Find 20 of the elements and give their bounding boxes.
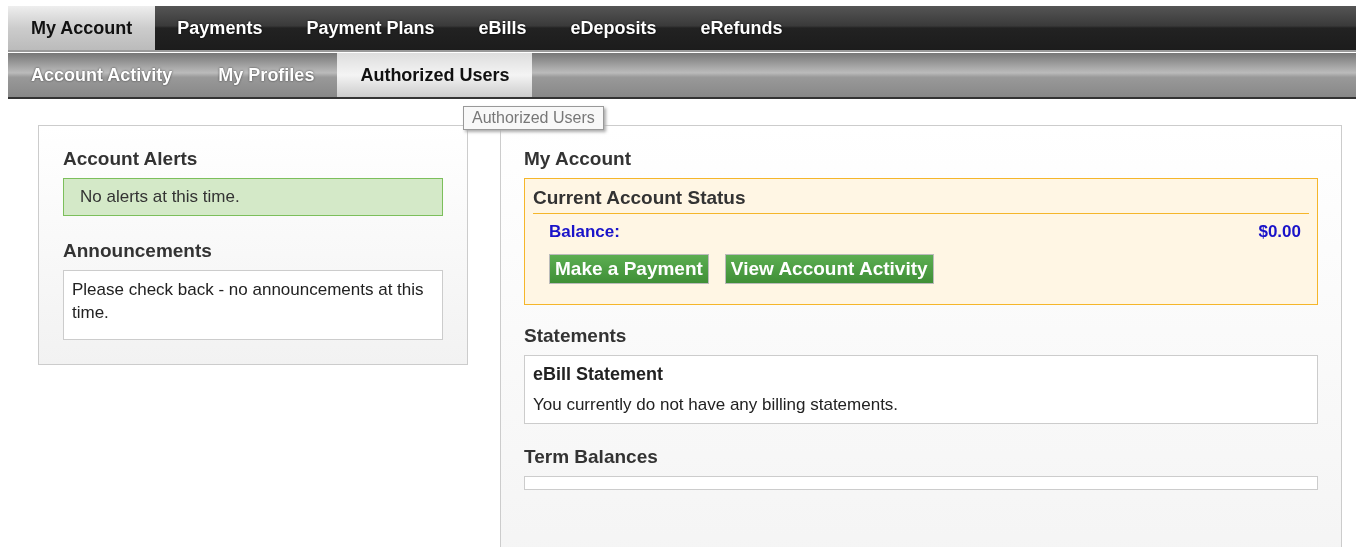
balance-label: Balance:: [549, 222, 620, 242]
nav-tab[interactable]: Payment Plans: [284, 6, 457, 50]
nav-tab[interactable]: eRefunds: [678, 6, 805, 50]
section-title: Statements: [524, 325, 628, 347]
section-title: My Account: [524, 148, 632, 170]
statement-message: You currently do not have any billing statements.: [533, 395, 900, 415]
section-title: Term Balances: [524, 446, 659, 468]
announcement-text: Please check back - no announcements at this time.: [63, 270, 443, 340]
nav-tab[interactable]: eDeposits: [548, 6, 679, 50]
statement-heading: eBill Statement: [533, 364, 665, 385]
nav-tab[interactable]: My Account: [8, 6, 156, 50]
section-title: Account Alerts: [63, 148, 199, 170]
alert-message: No alerts at this time.: [63, 178, 443, 216]
section-title: Announcements: [63, 240, 213, 262]
balance-value: $0.00: [1258, 222, 1301, 242]
status-title: Current Account Status: [533, 187, 1309, 214]
sub-nav-tab[interactable]: Authorized Users: [337, 53, 533, 97]
nav-tab[interactable]: eBills: [456, 6, 549, 50]
nav-tab[interactable]: Payments: [155, 6, 285, 50]
tooltip: Authorized Users: [463, 106, 604, 130]
